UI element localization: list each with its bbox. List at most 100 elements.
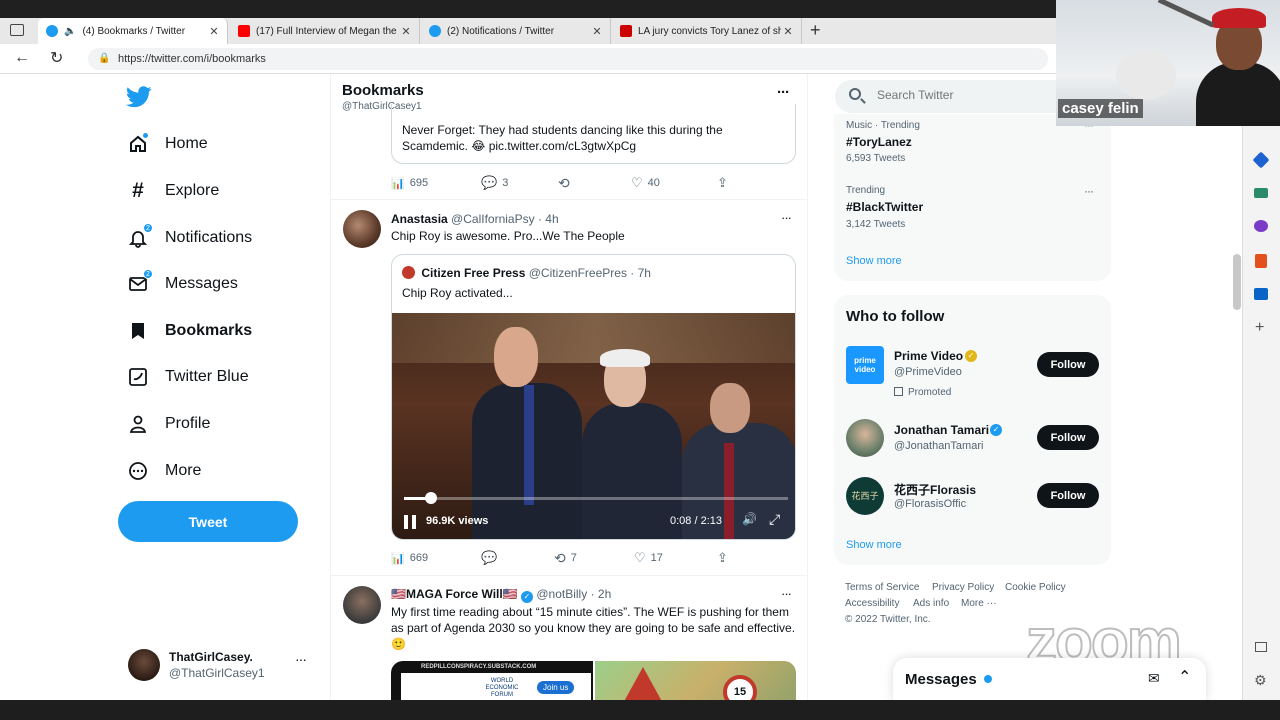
tab-ap-news[interactable]: LA jury convicts Tory Lanez of sh ✕ <box>612 18 802 44</box>
tweet-author-name[interactable]: Anastasia <box>391 212 448 226</box>
nav-explore[interactable]: # Explore <box>128 176 219 206</box>
heart-icon: ♡ <box>631 175 643 190</box>
tag-icon[interactable] <box>1252 151 1270 169</box>
header-more-icon[interactable]: ··· <box>777 84 790 101</box>
tweet-button[interactable]: Tweet <box>118 501 298 542</box>
avatar <box>128 649 160 681</box>
follow-account-name[interactable]: Jonathan Tamari <box>894 423 989 437</box>
tab-bookmarks[interactable]: 🔈 (4) Bookmarks / Twitter ✕ <box>38 18 228 44</box>
outlook-icon[interactable] <box>1254 288 1268 300</box>
twitter-favicon-icon <box>429 25 441 37</box>
tab-notifications[interactable]: (2) Notifications / Twitter ✕ <box>421 18 611 44</box>
account-handle: @ThatGirlCasey1 <box>169 666 265 680</box>
nav-bookmarks[interactable]: Bookmarks <box>128 316 252 346</box>
share-button[interactable]: ⇪ <box>717 175 728 191</box>
follow-button-prime-video[interactable]: Follow <box>1037 352 1099 377</box>
pause-icon[interactable] <box>404 515 416 529</box>
follow-button-florasis[interactable]: Follow <box>1037 483 1099 508</box>
footer-link[interactable]: Cookie Policy <box>1005 582 1066 593</box>
split-screen-icon[interactable] <box>1255 642 1267 652</box>
new-tab-icon[interactable]: + <box>810 20 821 41</box>
toolbox-icon[interactable] <box>1254 188 1268 198</box>
footer-link[interactable]: Terms of Service <box>845 582 919 593</box>
tab-youtube[interactable]: (17) Full Interview of Megan the ✕ <box>230 18 420 44</box>
twitter-logo-icon[interactable] <box>126 86 152 108</box>
tweet-author-handle[interactable]: @notBilly <box>536 587 587 601</box>
nav-twitter-blue[interactable]: Twitter Blue <box>128 362 249 392</box>
avatar[interactable]: prime video <box>846 346 884 384</box>
trend-name[interactable]: #ToryLanez <box>846 135 912 149</box>
search-input[interactable] <box>877 88 1047 102</box>
avatar[interactable] <box>846 419 884 457</box>
reload-icon[interactable]: ↻ <box>50 48 63 68</box>
views-stat[interactable]: 📊 669 <box>391 552 428 565</box>
nav-home[interactable]: Home <box>128 129 208 159</box>
close-tab-icon[interactable]: ✕ <box>399 25 413 38</box>
tweet-author-name[interactable]: 🇺🇸MAGA Force Will🇺🇸 <box>391 587 518 601</box>
close-tab-icon[interactable]: ✕ <box>207 25 221 38</box>
search-icon <box>849 88 861 100</box>
tweet-text: My first time reading about “15 minute c… <box>391 605 796 651</box>
trends-show-more-link[interactable]: Show more <box>846 255 902 267</box>
unread-dot-icon <box>984 675 992 683</box>
nav-profile[interactable]: Profile <box>128 409 210 439</box>
close-tab-icon[interactable]: ✕ <box>590 25 604 38</box>
nav-more[interactable]: More <box>128 456 201 486</box>
footer-link[interactable]: Privacy Policy <box>932 582 994 593</box>
reply-button[interactable]: 💬 <box>481 550 502 566</box>
footer-link[interactable]: Ads info <box>913 598 949 609</box>
search-box[interactable] <box>835 80 1057 113</box>
url-field[interactable]: 🔒 https://twitter.com/i/bookmarks <box>88 48 1048 70</box>
fullscreen-icon[interactable]: ⤢ <box>769 511 780 528</box>
expand-drawer-icon[interactable]: ⌃ <box>1178 667 1191 687</box>
trend-name[interactable]: #BlackTwitter <box>846 200 923 214</box>
video-views: 96.9K views <box>426 515 489 527</box>
tweet-author-avatar[interactable] <box>343 210 381 248</box>
nav-notifications[interactable]: 2 Notifications <box>128 223 252 253</box>
ap-favicon-icon <box>620 25 632 37</box>
new-message-icon[interactable]: ✉ <box>1148 670 1160 687</box>
video-scrubber[interactable] <box>424 492 437 504</box>
avatar[interactable]: 花西子 <box>846 477 884 515</box>
office-icon[interactable] <box>1255 254 1267 268</box>
like-button[interactable]: ♡ 40 <box>631 175 660 191</box>
account-switcher[interactable]: ThatGirlCasey. @ThatGirlCasey1 ··· <box>126 647 316 683</box>
share-button[interactable]: ⇪ <box>717 550 728 566</box>
settings-gear-icon[interactable]: ⚙ <box>1254 672 1267 689</box>
quoted-tweet-card[interactable]: Never Forget: They had students dancing … <box>391 104 796 164</box>
tweet-author-avatar[interactable] <box>343 586 381 624</box>
video-progress-track[interactable] <box>404 492 788 504</box>
volume-icon[interactable]: 🔊 <box>742 512 757 526</box>
views-stat[interactable]: 📊 695 <box>391 177 428 190</box>
footer-link[interactable]: More ··· <box>961 598 997 609</box>
tweet-author-handle[interactable]: @CalIforniaPsy <box>451 212 535 226</box>
reply-button[interactable]: 💬 3 <box>481 175 508 191</box>
nav-messages[interactable]: 2 Messages <box>128 269 238 299</box>
follow-account-name[interactable]: 花西子Florasis <box>894 481 976 498</box>
tweet-more-icon[interactable]: ··· <box>781 210 792 225</box>
scrollbar-thumb[interactable] <box>1233 254 1241 310</box>
participant-video: casey felin <box>1056 0 1280 126</box>
close-tab-icon[interactable]: ✕ <box>781 25 795 38</box>
footer-link[interactable]: Accessibility <box>845 598 899 609</box>
quoted-tweet-card[interactable]: Citizen Free Press @CitizenFreePres · 7h… <box>391 254 796 540</box>
retweet-button[interactable]: ⟲ <box>558 175 575 192</box>
who-to-follow-show-more-link[interactable]: Show more <box>846 539 902 551</box>
tweet-time[interactable]: · 2h <box>591 587 612 601</box>
back-icon[interactable]: ← <box>14 49 30 67</box>
share-icon: ⇪ <box>717 550 728 565</box>
tweet-time[interactable]: · 4h <box>538 212 559 226</box>
add-icon[interactable]: + <box>1255 319 1264 337</box>
trend-more-icon[interactable]: ··· <box>1084 184 1094 198</box>
tab-actions-icon[interactable] <box>10 24 24 36</box>
games-icon[interactable] <box>1254 220 1268 232</box>
retweet-button[interactable]: ⟲ 7 <box>554 550 577 567</box>
like-button[interactable]: ♡ 17 <box>634 550 663 566</box>
video-player[interactable]: 96.9K views 0:08 / 2:13 🔊 ⤢ <box>392 313 795 539</box>
follow-account-name[interactable]: Prime Video <box>894 349 963 363</box>
follow-button-jonathan-tamari[interactable]: Follow <box>1037 425 1099 450</box>
account-more-icon[interactable]: ··· <box>295 651 307 667</box>
tweet-more-icon[interactable]: ··· <box>781 586 792 601</box>
messages-drawer[interactable]: Messages ✉ ⌃ <box>893 658 1206 700</box>
lock-icon: 🔒 <box>98 53 111 64</box>
